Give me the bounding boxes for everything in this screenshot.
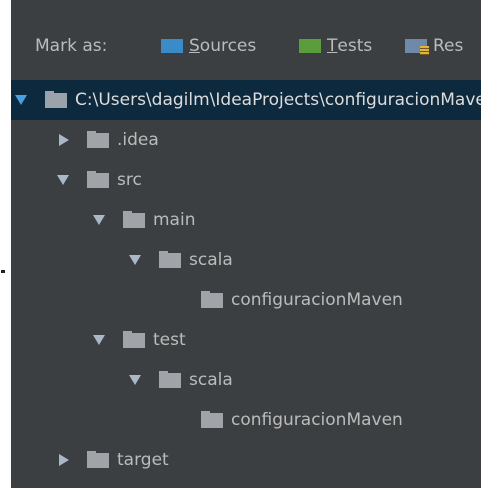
sources-label: ources [199,36,257,56]
expand-arrow-icon[interactable] [15,95,27,105]
tree-row-label: main [153,210,196,230]
folder-sources-icon [161,39,183,53]
tests-label: ests [337,36,373,56]
tree-row-label: target [117,450,169,470]
tree-row-main-package[interactable]: configuracionMaven [11,280,481,320]
tree-row-label: scala [189,370,233,390]
collapse-arrow-icon[interactable] [59,454,69,466]
folder-icon [159,370,181,388]
tree-row-label: configuracionMaven [231,410,403,430]
outer-margin [0,0,11,488]
tree-row-idea[interactable]: .idea [11,120,481,160]
tree-row-label: .idea [117,130,159,150]
tree-row-test-scala[interactable]: scala [11,360,481,400]
mark-as-toolbar: Mark as: Sources Tests Res [11,0,481,80]
folder-icon [45,90,67,108]
tree-row-main-scala[interactable]: scala [11,240,481,280]
expand-arrow-icon[interactable] [93,215,105,225]
mark-resources-button[interactable]: Res [405,36,463,56]
sources-mnemonic: S [189,36,200,56]
tests-mnemonic: T [327,36,338,56]
folder-icon [87,130,109,148]
tree-row-label: test [153,330,186,350]
expand-arrow-icon[interactable] [129,375,141,385]
folder-icon [87,170,109,188]
tree-row-label: scala [189,250,233,270]
mark-as-label: Mark as: [35,36,108,56]
tree-row-label: configuracionMaven [231,290,403,310]
expand-arrow-icon[interactable] [93,335,105,345]
tree-row-test-package[interactable]: configuracionMaven [11,400,481,440]
project-tree: C:\Users\dagilm\IdeaProjects\configuraci… [11,80,481,488]
folder-resources-icon [405,39,429,55]
mark-sources-button[interactable]: Sources [161,36,256,56]
collapse-arrow-icon[interactable] [59,134,69,146]
folder-icon [159,250,181,268]
folder-icon [201,290,223,308]
tree-row-test[interactable]: test [11,320,481,360]
tree-row-label: src [117,170,142,190]
cursor-marker [1,270,5,273]
folder-icon [123,330,145,348]
tree-row-project-root[interactable]: C:\Users\dagilm\IdeaProjects\configuraci… [11,80,481,120]
expand-arrow-icon[interactable] [129,255,141,265]
tree-row-src[interactable]: src [11,160,481,200]
folder-icon [123,210,145,228]
folder-icon [87,450,109,468]
expand-arrow-icon[interactable] [57,175,69,185]
resources-label: Res [433,36,464,56]
tree-row-target[interactable]: target [11,440,481,480]
folder-icon [201,410,223,428]
folder-tests-icon [299,39,321,53]
tree-row-main[interactable]: main [11,200,481,240]
mark-tests-button[interactable]: Tests [299,36,372,56]
tree-row-label: C:\Users\dagilm\IdeaProjects\configuraci… [75,90,481,110]
project-structure-panel: Mark as: Sources Tests Res C:\Users\dagi… [11,0,481,488]
